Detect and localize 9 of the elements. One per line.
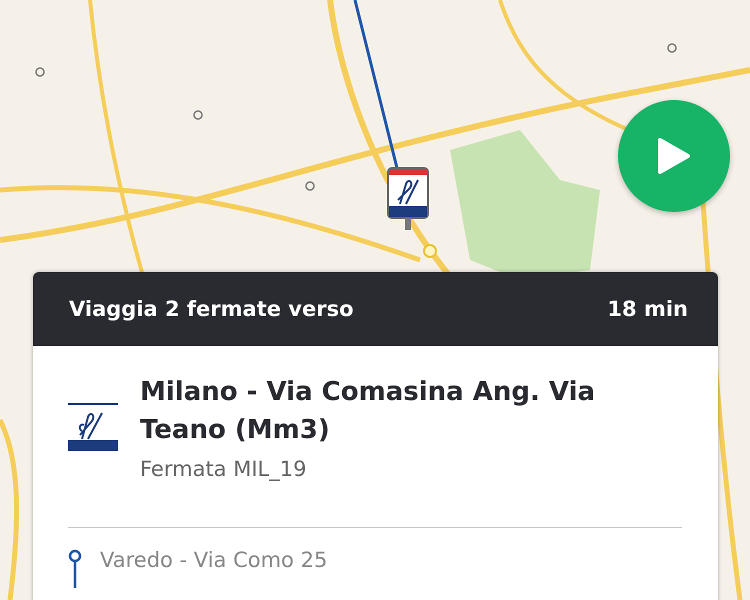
transit-logo-icon <box>68 402 118 453</box>
play-icon <box>657 137 691 175</box>
stop-code: Fermata MIL_19 <box>140 457 308 482</box>
next-stop-name: Varedo - Via Como 25 <box>100 548 328 572</box>
pin-icon <box>68 548 82 588</box>
stop-name: Milano - Via Comasina Ang. Via Teano (Mm3) <box>140 376 596 447</box>
trip-heading: Viaggia 2 fermate verso <box>69 297 354 321</box>
bus-stop-marker-icon[interactable] <box>386 166 430 232</box>
trip-duration: 18 min <box>607 297 688 321</box>
